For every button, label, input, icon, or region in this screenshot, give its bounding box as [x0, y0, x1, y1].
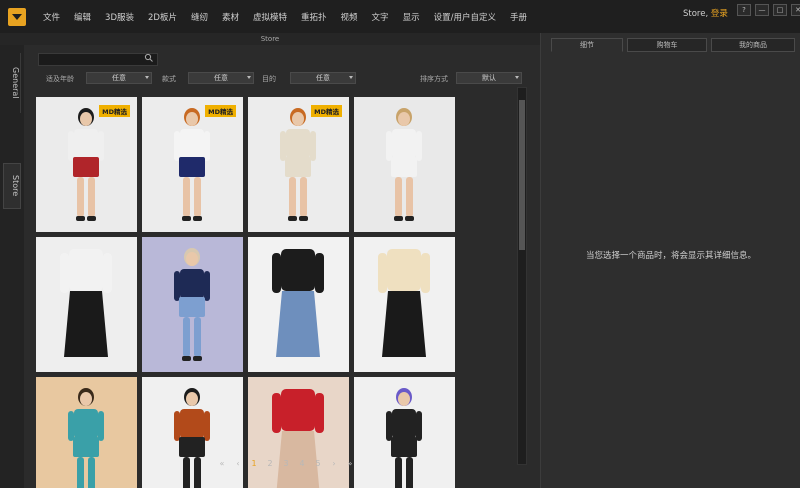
filter-bar: 适及年龄 任意 款式 任意 目的 任意 排序方式 默认	[38, 72, 538, 86]
search-input[interactable]	[38, 53, 158, 66]
details-tabs: 细节 购物车 我的商品	[541, 38, 800, 52]
product-thumbnail	[68, 388, 104, 488]
chevron-down-icon	[515, 76, 519, 79]
style-filter-select[interactable]: 任意	[188, 72, 254, 84]
menu-manual[interactable]: 手册	[503, 11, 534, 23]
details-panel: 细节 购物车 我的商品 当您选择一个商品时，将会显示其详细信息。	[540, 33, 800, 488]
side-tabs: General Store	[0, 45, 24, 488]
product-thumbnail	[174, 248, 210, 361]
sort-select[interactable]: 默认	[456, 72, 522, 84]
product-thumbnail	[174, 108, 210, 221]
product-thumbnail	[280, 108, 316, 221]
store-label: Store,	[683, 9, 709, 19]
purpose-filter-label: 目的	[262, 75, 276, 83]
page-3[interactable]: 3	[278, 458, 294, 470]
chevron-down-icon	[145, 76, 149, 79]
app-logo-icon[interactable]	[8, 8, 26, 26]
age-filter-select[interactable]: 任意	[86, 72, 152, 84]
product-card[interactable]	[354, 237, 455, 372]
help-button[interactable]: ?	[737, 4, 751, 16]
last-page-button[interactable]: »	[342, 458, 358, 470]
age-filter-value: 任意	[112, 74, 126, 82]
menu-settings[interactable]: 设置/用户自定义	[427, 11, 503, 23]
page-1[interactable]: 1	[246, 458, 262, 470]
menu-file[interactable]: 文件	[36, 11, 67, 23]
search-icon[interactable]	[144, 53, 154, 63]
page-5[interactable]: 5	[310, 458, 326, 470]
details-placeholder-message: 当您选择一个商品时，将会显示其详细信息。	[585, 251, 756, 261]
product-card[interactable]: MD精选	[36, 97, 137, 232]
store-login-area: Store, 登录	[683, 7, 728, 19]
product-thumbnail	[272, 389, 324, 488]
product-card[interactable]	[248, 237, 349, 372]
main-menu: 文件 编辑 3D服装 2D板片 缝纫 素材 虚拟模特 重拓扑 视频 文字 显示 …	[36, 11, 534, 23]
menu-sewing[interactable]: 缝纫	[184, 11, 215, 23]
product-card[interactable]	[142, 237, 243, 372]
menu-2d-pattern[interactable]: 2D板片	[141, 11, 184, 23]
tab-details[interactable]: 细节	[551, 38, 623, 52]
product-thumbnail	[68, 108, 104, 221]
product-card[interactable]	[36, 237, 137, 372]
product-card[interactable]	[354, 97, 455, 232]
menu-avatar[interactable]: 虚拟模特	[246, 11, 294, 23]
menu-retopology[interactable]: 重拓扑	[294, 11, 334, 23]
product-grid: MD精选 MD精选 MD精选	[36, 97, 456, 488]
maximize-button[interactable]: □	[773, 4, 787, 16]
menu-text[interactable]: 文字	[365, 11, 396, 23]
chevron-down-icon	[247, 76, 251, 79]
featured-badge: MD精选	[205, 105, 236, 117]
menu-display[interactable]: 显示	[396, 11, 427, 23]
close-button[interactable]: ✕	[791, 4, 800, 16]
product-card[interactable]: MD精选	[142, 97, 243, 232]
login-link[interactable]: 登录	[711, 9, 728, 19]
menu-materials[interactable]: 素材	[215, 11, 246, 23]
tab-store[interactable]: Store	[3, 163, 21, 209]
product-card[interactable]	[36, 377, 137, 488]
product-card[interactable]: MD精选	[248, 97, 349, 232]
tab-general[interactable]: General	[3, 53, 21, 113]
product-thumbnail	[60, 249, 112, 357]
featured-badge: MD精选	[99, 105, 130, 117]
next-page-button[interactable]: ›	[326, 458, 342, 470]
product-card[interactable]	[142, 377, 243, 488]
product-thumbnail	[272, 249, 324, 357]
product-thumbnail	[386, 108, 422, 221]
age-filter-label: 适及年龄	[46, 75, 74, 83]
tab-cart[interactable]: 购物车	[627, 38, 707, 52]
menu-3d-garment[interactable]: 3D服装	[98, 11, 141, 23]
first-page-button[interactable]: «	[214, 458, 230, 470]
purpose-filter-select[interactable]: 任意	[290, 72, 356, 84]
tab-my-items[interactable]: 我的商品	[711, 38, 795, 52]
vertical-scrollbar[interactable]	[517, 87, 527, 465]
page-2[interactable]: 2	[262, 458, 278, 470]
purpose-filter-value: 任意	[316, 74, 330, 82]
chevron-down-icon	[349, 76, 353, 79]
store-panel: 适及年龄 任意 款式 任意 目的 任意 排序方式 默认 MD精选 MD精选 MD精选…	[24, 45, 540, 488]
product-thumbnail	[174, 388, 210, 488]
style-filter-value: 任意	[214, 74, 228, 82]
sort-label: 排序方式	[420, 75, 448, 83]
panel-title: Store	[0, 33, 540, 45]
menu-bar: 文件 编辑 3D服装 2D板片 缝纫 素材 虚拟模特 重拓扑 视频 文字 显示 …	[0, 0, 800, 33]
window-controls: ? — □ ✕	[737, 4, 800, 16]
page-4[interactable]: 4	[294, 458, 310, 470]
scrollbar-thumb[interactable]	[519, 100, 525, 250]
product-thumbnail	[378, 249, 430, 357]
product-card[interactable]	[354, 377, 455, 488]
prev-page-button[interactable]: ‹	[230, 458, 246, 470]
minimize-button[interactable]: —	[755, 4, 769, 16]
product-card[interactable]	[248, 377, 349, 488]
sort-value: 默认	[482, 74, 496, 82]
menu-video[interactable]: 视频	[334, 11, 365, 23]
pagination: « ‹ 1 2 3 4 5 › »	[214, 458, 358, 470]
featured-badge: MD精选	[311, 105, 342, 117]
menu-edit[interactable]: 编辑	[67, 11, 98, 23]
product-thumbnail	[386, 388, 422, 488]
style-filter-label: 款式	[162, 75, 176, 83]
